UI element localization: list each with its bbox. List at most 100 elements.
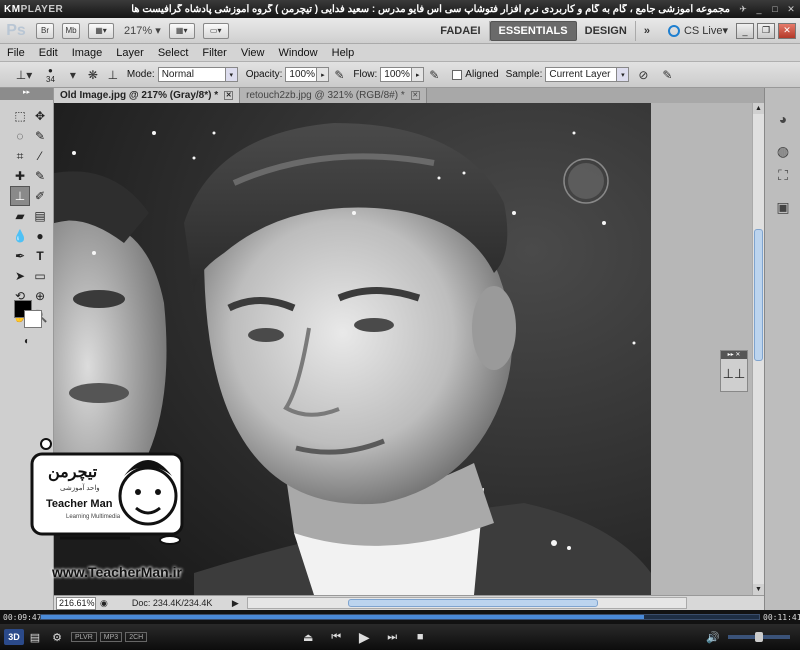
clone-stamp-tool-icon[interactable]: ⊥ <box>10 186 30 206</box>
pen-tool-icon[interactable]: ✒ <box>10 246 30 266</box>
seek-bar[interactable] <box>40 614 760 620</box>
shape-tool-icon[interactable]: ▭ <box>30 266 50 286</box>
brush-panel-toggle-icon[interactable]: ▾ <box>63 66 83 84</box>
menu-layer[interactable]: Layer <box>109 47 151 59</box>
crop-tool-icon[interactable]: ⌗ <box>10 146 30 166</box>
quick-selection-tool-icon[interactable]: ✎ <box>30 126 50 146</box>
tablet-pressure-opacity-icon[interactable]: ✎ <box>329 66 349 84</box>
clone-source-icon[interactable]: ⊥⊥ <box>721 359 747 389</box>
history-brush-tool-icon[interactable]: ✐ <box>30 186 50 206</box>
previous-icon[interactable]: ⏮ <box>325 627 347 647</box>
workspace-essentials[interactable]: ESSENTIALS <box>489 20 577 41</box>
volume-icon[interactable]: 🔊 <box>702 627 724 647</box>
menu-file[interactable]: File <box>0 47 32 59</box>
menu-window[interactable]: Window <box>272 47 325 59</box>
3d-orbit-tool-icon[interactable]: ⊕ <box>30 286 50 306</box>
menu-view[interactable]: View <box>234 47 272 59</box>
tab-retouch2zb[interactable]: retouch2zb.jpg @ 321% (RGB/8#) * ✕ <box>240 88 427 103</box>
quick-mask-icon[interactable]: ◐ <box>16 334 38 348</box>
color-panel-icon[interactable]: ◕ <box>771 108 795 130</box>
flow-input[interactable]: 100% <box>380 67 413 82</box>
horizontal-scrollbar[interactable] <box>246 597 687 609</box>
opacity-slider-toggle[interactable]: ▸ <box>317 67 330 82</box>
eyedropper-tool-icon[interactable]: ⁄ <box>30 146 50 166</box>
menu-select[interactable]: Select <box>151 47 196 59</box>
tools-panel-header[interactable]: ▸▸ <box>0 88 53 100</box>
eraser-tool-icon[interactable]: ▰ <box>10 206 30 226</box>
blend-mode-select[interactable]: Normal ▾ <box>157 67 238 82</box>
playlist-icon[interactable]: ▤ <box>24 627 46 647</box>
menu-edit[interactable]: Edit <box>32 47 65 59</box>
menu-image[interactable]: Image <box>65 47 110 59</box>
screen-mode-button[interactable]: ▭▾ <box>202 22 229 39</box>
app-close-icon[interactable]: ✕ <box>778 22 796 39</box>
background-color-swatch[interactable] <box>24 310 42 328</box>
workspace-fadaei[interactable]: FADAEI <box>432 20 490 41</box>
stop-icon[interactable]: ■ <box>409 627 431 647</box>
3d-toggle-button[interactable]: 3D <box>4 629 24 645</box>
close-tab-icon[interactable]: ✕ <box>224 91 234 100</box>
close-tab-icon[interactable]: ✕ <box>410 91 420 100</box>
opacity-input[interactable]: 100% <box>285 67 318 82</box>
marquee-tool-icon[interactable]: ⬚ <box>10 106 30 126</box>
path-selection-tool-icon[interactable]: ➤ <box>10 266 30 286</box>
volume-knob[interactable] <box>755 632 764 642</box>
aligned-checkbox[interactable] <box>452 69 463 80</box>
workspace-design[interactable]: DESIGN <box>577 20 636 41</box>
bridge-button[interactable]: Br <box>36 22 54 39</box>
tool-preset-picker[interactable]: ⊥▾ <box>14 66 34 84</box>
mini-bridge-panel-icon[interactable]: ▣ <box>771 196 795 218</box>
maximize-icon[interactable]: □ <box>768 3 782 15</box>
vertical-scroll-thumb[interactable] <box>754 229 763 361</box>
brush-panel-icon[interactable]: ❋ <box>83 66 103 84</box>
plvr-badge[interactable]: PLVR <box>71 632 97 642</box>
masks-panel-icon[interactable]: ⛶ <box>771 164 795 186</box>
move-tool-icon[interactable]: ✥ <box>30 106 50 126</box>
settings-gear-icon[interactable]: ⚙ <box>46 627 68 647</box>
type-tool-icon[interactable]: T <box>30 246 50 266</box>
pin-icon[interactable]: ✈ <box>736 3 750 15</box>
status-menu-icon[interactable]: ▶ <box>232 598 239 609</box>
app-minimize-icon[interactable]: _ <box>736 22 754 39</box>
dodge-tool-icon[interactable]: ● <box>30 226 50 246</box>
app-restore-icon[interactable]: ❐ <box>757 22 775 39</box>
sample-select[interactable]: Current Layer ▾ <box>545 67 630 82</box>
cs-live-button[interactable]: CS Live ▾ <box>667 24 728 37</box>
status-zoom-field[interactable]: 216.61% <box>56 596 96 610</box>
status-info-icon[interactable]: ◉ <box>100 598 108 609</box>
minimize-icon[interactable]: _ <box>752 3 766 15</box>
zoom-level-select[interactable]: 217% ▾ <box>124 24 161 37</box>
volume-slider[interactable] <box>728 632 790 642</box>
airbrush-icon[interactable]: ✎ <box>424 66 444 84</box>
mini-bridge-button[interactable]: Mb <box>62 22 80 39</box>
close-icon[interactable]: ✕ <box>784 3 798 15</box>
adjustments-panel-icon[interactable]: ◍ <box>771 140 795 162</box>
logo-persian-subtitle: واحد آموزشی <box>60 485 100 492</box>
flow-slider-toggle[interactable]: ▸ <box>412 67 425 82</box>
vertical-scrollbar[interactable]: ▲ ▼ <box>752 103 764 595</box>
menu-help[interactable]: Help <box>325 47 362 59</box>
play-icon[interactable]: ▶ <box>353 627 375 647</box>
eject-icon[interactable]: ⏏ <box>297 627 319 647</box>
clone-source-panel-icon[interactable]: ⊥ <box>103 66 123 84</box>
menu-filter[interactable]: Filter <box>195 47 233 59</box>
horizontal-scroll-thumb[interactable] <box>347 599 598 607</box>
brush-tool-icon[interactable]: ✎ <box>30 166 50 186</box>
tablet-pressure-size-icon[interactable]: ✎ <box>657 66 677 84</box>
floating-panel-header[interactable]: ▸▸ ✕ <box>721 351 747 359</box>
next-icon[interactable]: ⏭ <box>381 627 403 647</box>
arrange-documents-button[interactable]: ▦▾ <box>168 22 195 39</box>
mp3-badge[interactable]: MP3 <box>99 632 123 642</box>
tab-old-image[interactable]: Old Image.jpg @ 217% (Gray/8*) * ✕ <box>54 88 241 103</box>
more-workspaces-icon[interactable]: » <box>636 21 658 41</box>
extras-button[interactable]: ▦▾ <box>88 22 114 39</box>
scroll-down-icon[interactable]: ▼ <box>753 584 764 595</box>
blur-tool-icon[interactable]: 💧 <box>10 226 30 246</box>
scroll-up-icon[interactable]: ▲ <box>753 103 764 114</box>
lasso-tool-icon[interactable]: ◌ <box>10 126 30 146</box>
2ch-badge[interactable]: 2CH <box>125 632 148 642</box>
healing-brush-tool-icon[interactable]: ✚ <box>10 166 30 186</box>
brush-preset-picker[interactable]: ● 34 <box>46 66 55 84</box>
ignore-adjustment-layers-icon[interactable]: ⊘ <box>633 66 653 84</box>
gradient-tool-icon[interactable]: ▤ <box>30 206 50 226</box>
